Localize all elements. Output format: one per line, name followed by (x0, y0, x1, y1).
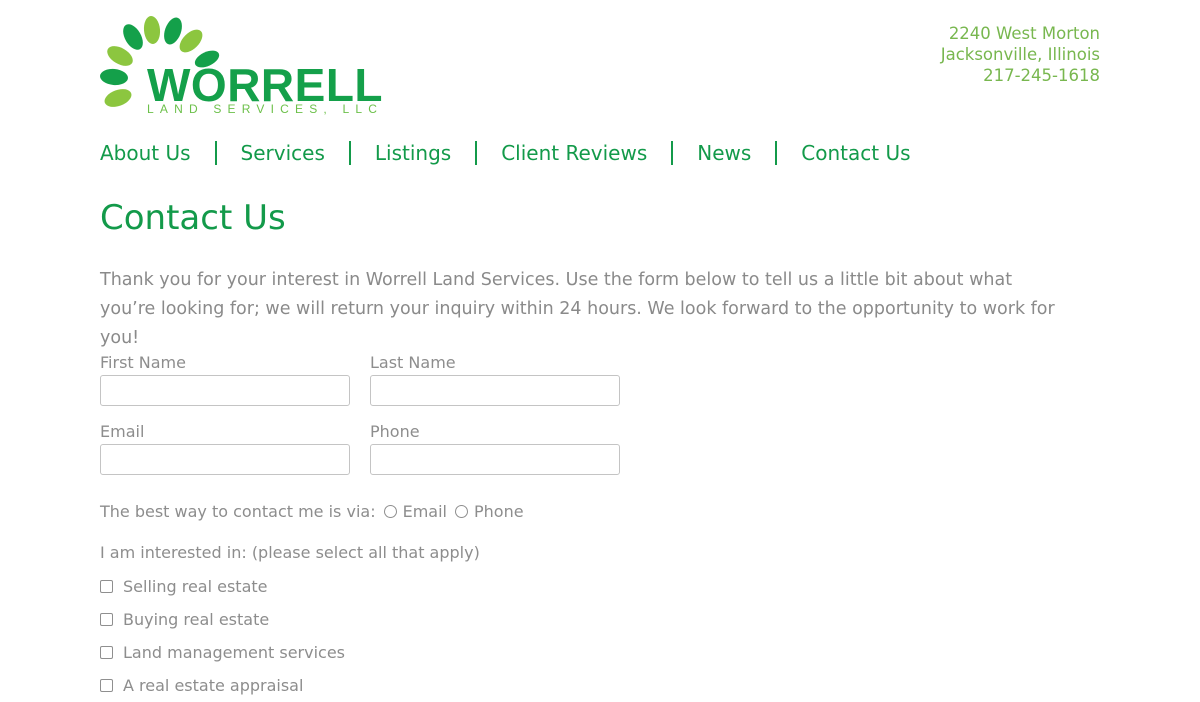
first-name-label: First Name (100, 353, 186, 372)
radio-email-label[interactable]: Email (403, 502, 447, 521)
last-name-label: Last Name (370, 353, 456, 372)
nav-separator (475, 141, 478, 165)
last-name-input[interactable] (370, 375, 620, 406)
radio-phone[interactable] (454, 504, 468, 518)
logo-subtitle: LAND SERVICES, LLC (147, 102, 384, 116)
checkbox-selling-label[interactable]: Selling real estate (123, 577, 268, 596)
nav-about-us[interactable]: About Us (100, 138, 191, 168)
interests-list: Selling real estate Buying real estate L… (100, 570, 345, 702)
phone-label: Phone (370, 422, 420, 441)
interest-item[interactable]: Buying real estate (100, 603, 345, 636)
address-city: Jacksonville, Illinois (940, 45, 1100, 64)
checkbox-appraisal-label[interactable]: A real estate appraisal (123, 676, 303, 695)
checkbox-land-management-label[interactable]: Land management services (123, 643, 345, 662)
nav-client-reviews[interactable]: Client Reviews (501, 138, 647, 168)
checkbox-buying-label[interactable]: Buying real estate (123, 610, 269, 629)
email-input[interactable] (100, 444, 350, 475)
nav-news[interactable]: News (697, 138, 751, 168)
nav-separator (348, 141, 351, 165)
main-nav: About Us Services Listings Client Review… (100, 138, 911, 168)
nav-contact-us[interactable]: Contact Us (801, 138, 910, 168)
address-phone[interactable]: 217-245-1618 (941, 65, 1100, 86)
radio-phone-label[interactable]: Phone (474, 502, 524, 521)
contact-preference-label: The best way to contact me is via: (100, 501, 376, 521)
nav-separator (214, 141, 217, 165)
checkbox-appraisal[interactable] (100, 679, 113, 692)
radio-email[interactable] (383, 504, 397, 518)
interests-label: I am interested in: (please select all t… (100, 543, 480, 562)
company-logo[interactable]: WORRELL LAND SERVICES, LLC (100, 14, 383, 118)
interest-item[interactable]: Selling real estate (100, 570, 345, 603)
page: WORRELL LAND SERVICES, LLC 2240 West Mor… (100, 0, 1100, 700)
intro-text: Thank you for your interest in Worrell L… (100, 270, 1055, 348)
company-address: 2240 West Morton Jacksonville, Illinois … (941, 23, 1100, 86)
nav-listings[interactable]: Listings (375, 138, 451, 168)
page-title: Contact Us (100, 198, 286, 238)
checkbox-buying[interactable] (100, 613, 113, 626)
contact-preference: The best way to contact me is via: Email… (100, 499, 524, 523)
checkbox-selling[interactable] (100, 580, 113, 593)
address-street: 2240 West Morton (948, 24, 1100, 43)
interest-item[interactable]: Land management services (100, 636, 345, 669)
nav-services[interactable]: Services (241, 138, 325, 168)
checkbox-land-management[interactable] (100, 646, 113, 659)
email-label: Email (100, 422, 145, 441)
nav-separator (671, 141, 674, 165)
phone-input[interactable] (370, 444, 620, 475)
nav-separator (775, 141, 778, 165)
first-name-input[interactable] (100, 375, 350, 406)
interest-item[interactable]: A real estate appraisal (100, 669, 345, 702)
